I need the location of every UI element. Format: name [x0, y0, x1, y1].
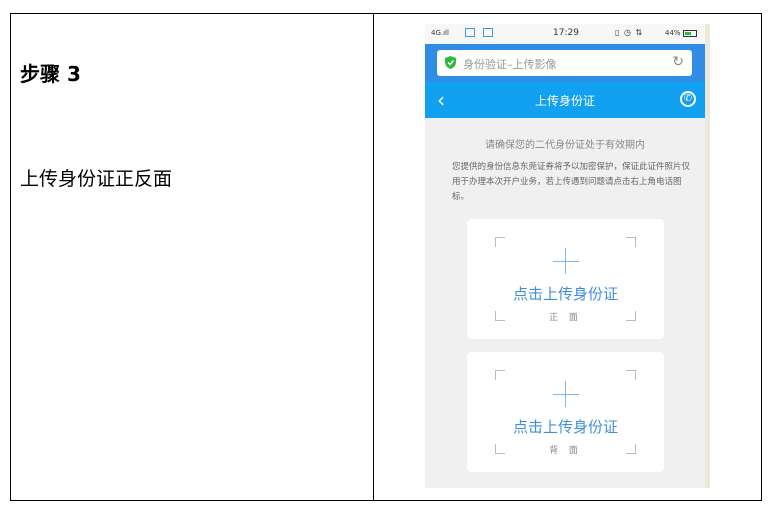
frame-corner: [495, 370, 505, 380]
signal-indicator: 4G.ıll: [431, 29, 449, 37]
plus-icon: [553, 394, 579, 395]
upload-back-card[interactable]: 点击上传身份证 背 面: [467, 352, 664, 472]
phone-screenshot: 4G.ıll 17:29 ▯ ◷ ⇅ 44% 身份验证–上传影像 ↻ ‹ 上传身…: [425, 24, 710, 488]
plus-icon: [565, 248, 566, 274]
upload-front-card[interactable]: 点击上传身份证 正 面: [467, 219, 664, 339]
vibrate-alarm-icons: ▯ ◷ ⇅: [615, 28, 644, 37]
battery-percent: 44%: [665, 29, 681, 37]
card-side-label: 背 面: [549, 446, 582, 456]
column-divider: [373, 14, 374, 500]
validity-notice: 请确保您的二代身份证处于有效期内: [485, 140, 645, 151]
plus-icon: [565, 381, 566, 407]
frame-corner: [626, 370, 636, 380]
notification-icon: [465, 28, 475, 37]
frame-corner: [495, 237, 505, 247]
address-bar[interactable]: 身份验证–上传影像 ↻: [437, 50, 692, 76]
phone-edge: [705, 24, 710, 488]
phone-icon[interactable]: ✆: [680, 91, 696, 107]
step-title: 步骤 3: [20, 62, 81, 86]
plus-icon: [553, 261, 579, 262]
shield-check-icon: [445, 56, 456, 69]
status-time: 17:29: [553, 28, 579, 38]
frame-corner: [626, 237, 636, 247]
download-icon: [483, 28, 493, 37]
refresh-icon[interactable]: ↻: [672, 54, 684, 70]
card-side-label: 正 面: [549, 313, 582, 323]
nav-bar: ‹ 上传身份证 ✆: [425, 82, 705, 118]
nav-title: 上传身份证: [534, 94, 595, 108]
status-bar: 4G.ıll 17:29 ▯ ◷ ⇅ 44%: [425, 24, 705, 44]
privacy-info: 您提供的身份信息东莞证券将予以加密保护，保证此证件照片仅用于办理本次开户业务，若…: [452, 162, 691, 202]
battery-icon: [683, 30, 697, 37]
address-url: 身份验证–上传影像: [463, 58, 557, 71]
browser-address-area: 身份验证–上传影像 ↻: [425, 44, 705, 82]
step-description: 上传身份证正反面: [20, 168, 173, 190]
upload-label: 点击上传身份证: [512, 285, 618, 303]
upload-label: 点击上传身份证: [512, 418, 618, 436]
